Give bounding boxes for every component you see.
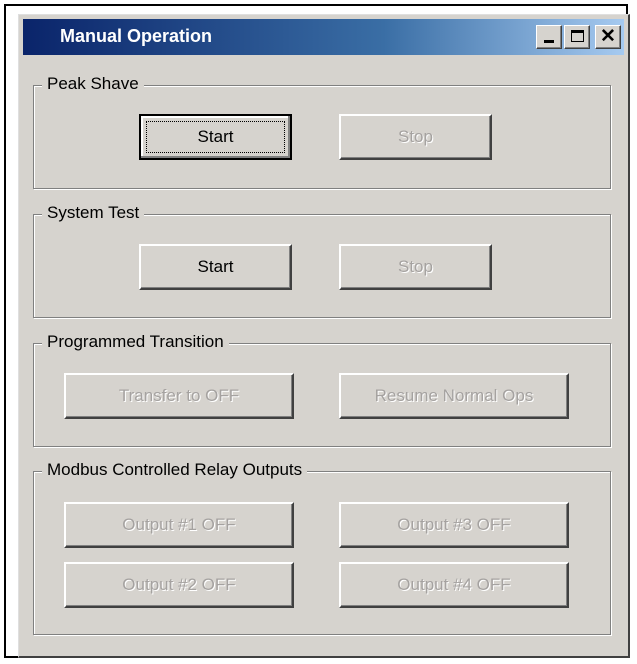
resume-normal-ops-label: Resume Normal Ops	[374, 386, 534, 405]
close-button[interactable]: ✕	[595, 25, 621, 49]
maximize-icon	[571, 30, 584, 42]
peak-shave-group: Peak Shave Start Stop	[33, 74, 611, 189]
peak-shave-start-button[interactable]: Start	[139, 114, 292, 160]
minimize-icon	[544, 40, 554, 43]
manual-operation-window: Manual Operation ✕ Peak Shave Start Stop…	[18, 14, 630, 658]
window-title: Manual Operation	[60, 26, 213, 46]
transfer-to-off-button[interactable]: Transfer to OFF	[64, 373, 294, 419]
system-test-start-label: Start	[197, 257, 234, 276]
resume-normal-ops-button[interactable]: Resume Normal Ops	[339, 373, 569, 419]
system-test-stop-button[interactable]: Stop	[339, 244, 492, 290]
transfer-to-off-label: Transfer to OFF	[118, 386, 240, 405]
output-2-label: Output #2 OFF	[122, 575, 236, 594]
system-test-start-button[interactable]: Start	[139, 244, 292, 290]
output-3-button[interactable]: Output #3 OFF	[339, 502, 569, 548]
output-4-button[interactable]: Output #4 OFF	[339, 562, 569, 608]
maximize-button[interactable]	[564, 25, 590, 49]
programmed-transition-group: Programmed Transition Transfer to OFF Re…	[33, 332, 611, 447]
relay-outputs-label: Modbus Controlled Relay Outputs	[42, 460, 308, 480]
system-test-stop-label: Stop	[398, 257, 433, 276]
minimize-button[interactable]	[536, 25, 562, 49]
system-test-label: System Test	[42, 203, 145, 223]
peak-shave-label: Peak Shave	[42, 74, 144, 94]
output-2-button[interactable]: Output #2 OFF	[64, 562, 294, 608]
output-3-label: Output #3 OFF	[397, 515, 511, 534]
programmed-transition-label: Programmed Transition	[42, 332, 229, 352]
close-icon: ✕	[600, 26, 616, 47]
peak-shave-stop-button[interactable]: Stop	[339, 114, 492, 160]
system-test-group: System Test Start Stop	[33, 203, 611, 318]
output-4-label: Output #4 OFF	[397, 575, 511, 594]
peak-shave-start-label: Start	[197, 127, 234, 146]
peak-shave-stop-label: Stop	[398, 127, 433, 146]
title-bar[interactable]: Manual Operation ✕	[23, 19, 624, 55]
output-1-button[interactable]: Output #1 OFF	[64, 502, 294, 548]
relay-outputs-group: Modbus Controlled Relay Outputs Output #…	[33, 460, 611, 635]
output-1-label: Output #1 OFF	[122, 515, 236, 534]
